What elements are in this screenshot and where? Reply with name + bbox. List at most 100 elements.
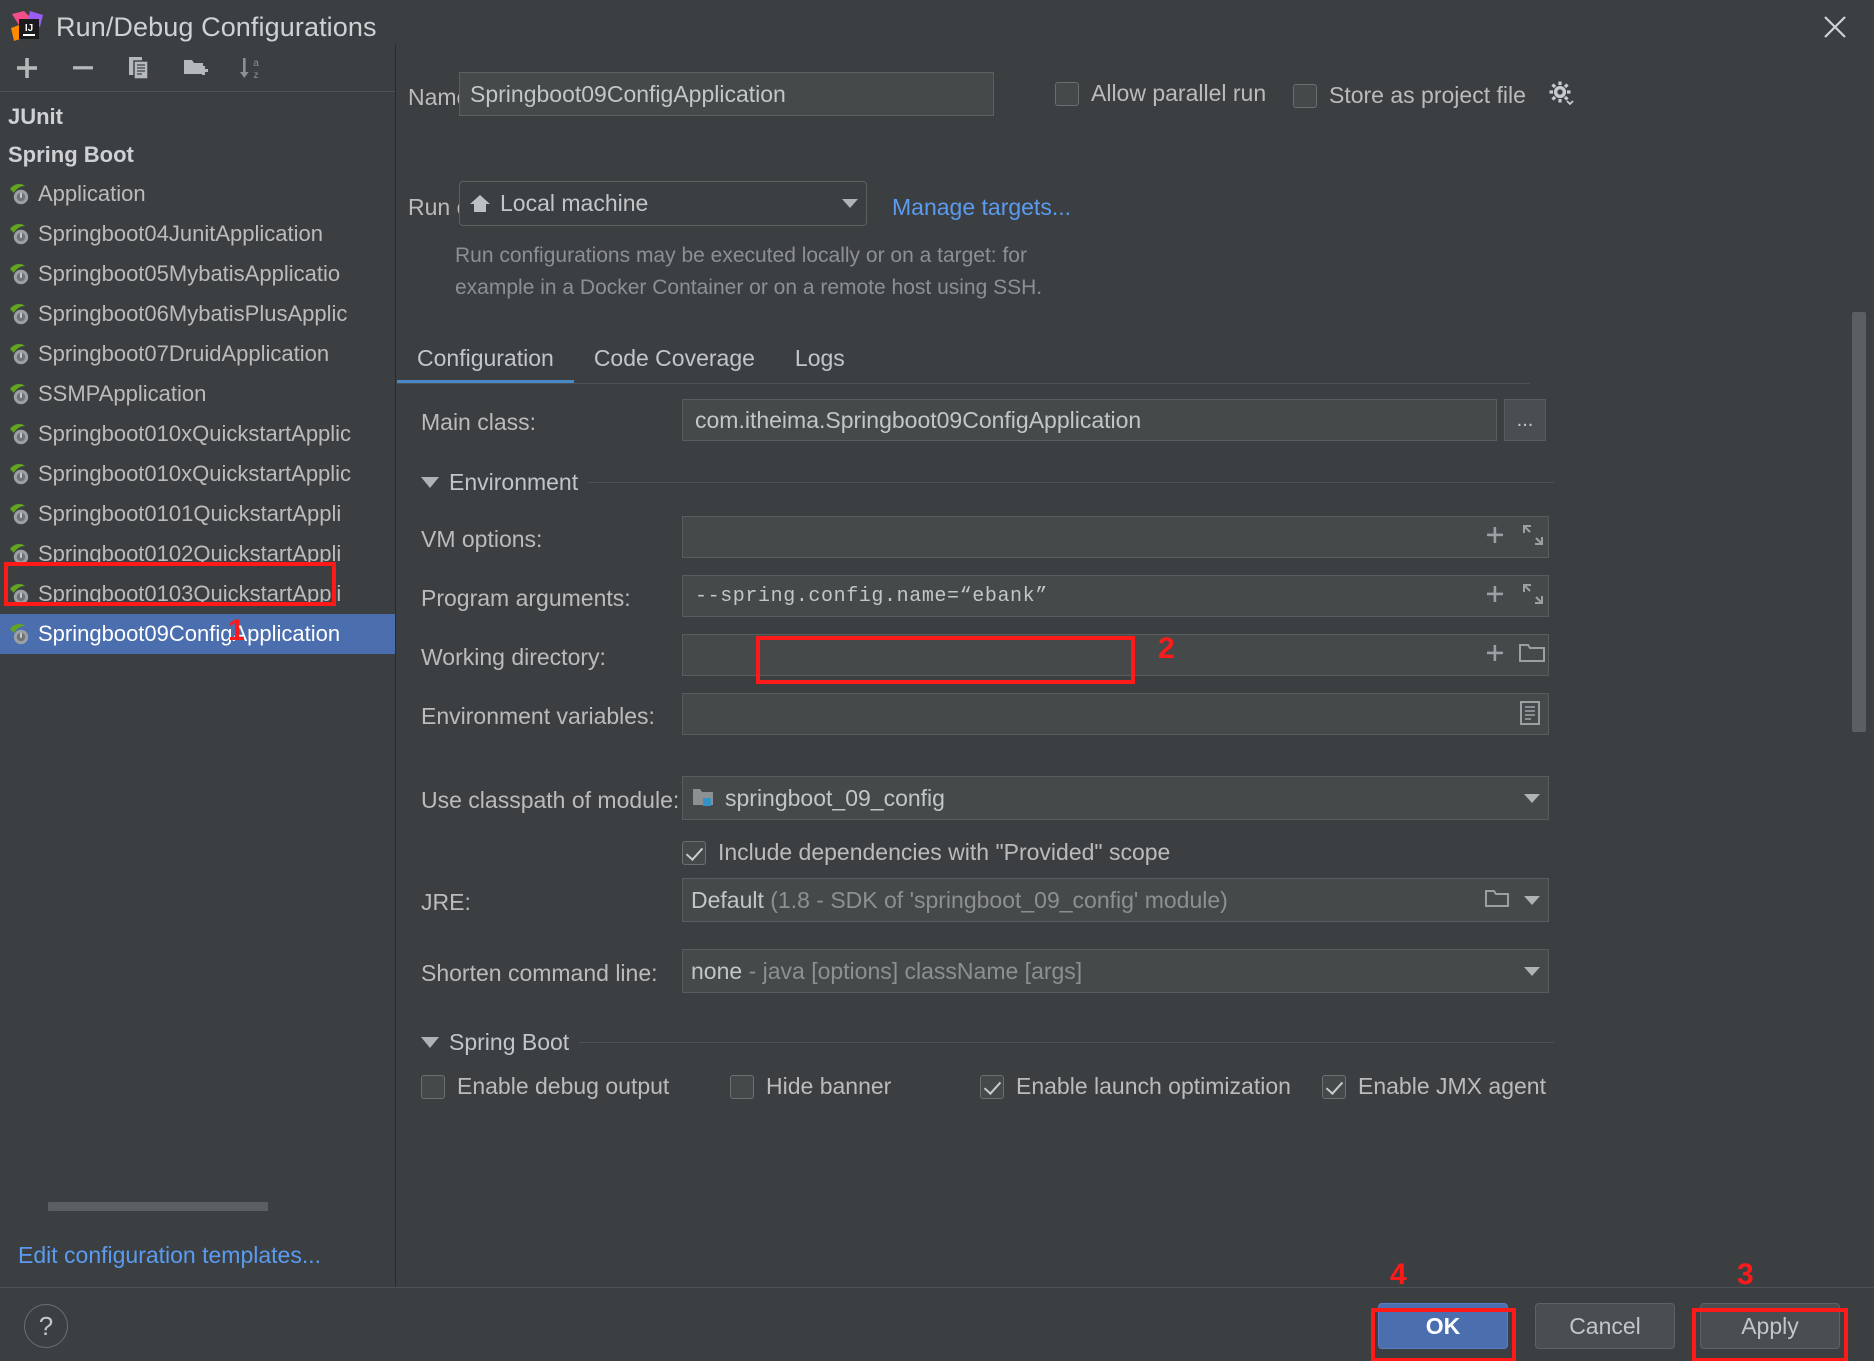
list-item-label: SSMPApplication <box>38 381 207 406</box>
apply-button[interactable]: Apply <box>1700 1303 1840 1349</box>
manage-targets-link[interactable]: Manage targets... <box>892 194 1071 221</box>
list-item-label: Springboot0103QuickstartAppli <box>38 581 342 606</box>
working-directory-macro-button[interactable] <box>1482 640 1508 666</box>
environment-variables-input[interactable] <box>682 693 1549 735</box>
program-arguments-expand-button[interactable] <box>1520 581 1546 607</box>
hide-banner-label: Hide banner <box>766 1073 892 1099</box>
jre-browse-icon[interactable] <box>1484 888 1512 912</box>
enable-launch-optimization-label: Enable launch optimization <box>1016 1073 1291 1099</box>
section-divider <box>579 1042 1554 1043</box>
annotation-marker-1: 1 <box>228 614 245 647</box>
spring-boot-section-label: Spring Boot <box>449 1029 570 1055</box>
environment-section-header[interactable]: Environment <box>421 469 1554 496</box>
vm-options-label: VM options: <box>421 526 543 552</box>
list-item[interactable]: Springboot04JunitApplication <box>0 214 395 254</box>
list-item[interactable]: Springboot05MybatisApplicatio <box>0 254 395 294</box>
detail-panel-scrollbar[interactable] <box>1852 312 1866 732</box>
vm-options-macro-button[interactable] <box>1482 522 1508 548</box>
name-input[interactable] <box>459 72 994 116</box>
store-as-project-file-checkbox-row[interactable]: Store as project file <box>1293 80 1574 111</box>
working-directory-browse-icon[interactable] <box>1517 640 1547 666</box>
enable-debug-output-checkbox[interactable] <box>421 1074 445 1099</box>
use-classpath-value: springboot_09_config <box>725 784 945 811</box>
group-header-spring-boot[interactable]: Spring Boot <box>0 136 395 174</box>
list-item[interactable]: Application <box>0 174 395 214</box>
shorten-command-line-dropdown[interactable]: none - java [options] className [args] <box>682 949 1549 993</box>
include-provided-scope-checkbox[interactable] <box>682 840 706 865</box>
cancel-button[interactable]: Cancel <box>1535 1303 1675 1349</box>
environment-variables-editor-icon[interactable] <box>1515 699 1545 727</box>
sidebar-horizontal-scrollbar[interactable] <box>48 1202 268 1211</box>
annotation-marker-4: 4 <box>1390 1258 1407 1291</box>
group-header-junit[interactable]: JUnit <box>0 98 395 136</box>
help-button[interactable]: ? <box>24 1304 68 1348</box>
tab-code-coverage[interactable]: Code Coverage <box>574 345 775 384</box>
program-arguments-input[interactable]: --spring.config.name=“ebank” <box>682 575 1549 617</box>
ok-button[interactable]: OK <box>1378 1303 1508 1349</box>
enable-debug-output-label: Enable debug output <box>457 1073 670 1099</box>
minus-icon[interactable] <box>66 51 100 85</box>
list-item[interactable]: Springboot0101QuickstartAppli <box>0 494 395 534</box>
store-as-project-file-checkbox[interactable] <box>1293 83 1317 108</box>
vm-options-input[interactable] <box>682 516 1549 558</box>
close-icon[interactable] <box>1814 6 1856 48</box>
environment-variables-label: Environment variables: <box>421 703 655 729</box>
run-on-hint-line-2: example in a Docker Container or on a re… <box>455 276 1043 299</box>
main-class-label: Main class: <box>421 409 537 435</box>
main-class-input[interactable]: com.itheima.Springboot09ConfigApplicatio… <box>682 399 1497 441</box>
svg-text:IJ: IJ <box>25 23 33 34</box>
list-item[interactable]: Springboot0102QuickstartAppli <box>0 534 395 574</box>
spring-boot-icon <box>8 421 34 447</box>
sort-alphabetically-icon[interactable]: a z <box>234 51 268 85</box>
program-arguments-macro-button[interactable] <box>1482 581 1508 607</box>
use-classpath-dropdown[interactable]: springboot_09_config <box>682 776 1549 820</box>
module-folder-icon <box>691 785 717 811</box>
allow-parallel-run-checkbox[interactable] <box>1055 81 1079 106</box>
copy-icon[interactable] <box>122 51 156 85</box>
hide-banner-row[interactable]: Hide banner <box>730 1073 891 1100</box>
jre-dropdown[interactable]: Default (1.8 - SDK of 'springboot_09_con… <box>682 878 1549 922</box>
jre-label: JRE: <box>421 889 471 915</box>
folder-add-icon[interactable] <box>178 51 212 85</box>
shorten-command-line-label: Shorten command line: <box>421 960 658 986</box>
list-item[interactable]: SSMPApplication <box>0 374 395 414</box>
enable-debug-output-row[interactable]: Enable debug output <box>421 1073 669 1100</box>
enable-launch-optimization-row[interactable]: Enable launch optimization <box>980 1073 1291 1100</box>
run-on-dropdown[interactable]: Local machine <box>459 181 867 226</box>
enable-jmx-agent-row[interactable]: Enable JMX agent <box>1322 1073 1546 1100</box>
list-item[interactable]: Springboot0103QuickstartAppli <box>0 574 395 614</box>
spring-boot-icon <box>8 461 34 487</box>
list-item[interactable]: Springboot010xQuickstartApplic <box>0 414 395 454</box>
chevron-down-icon[interactable] <box>1524 895 1540 905</box>
list-item[interactable]: Springboot07DruidApplication <box>0 334 395 374</box>
include-provided-scope-row[interactable]: Include dependencies with "Provided" sco… <box>682 839 1170 866</box>
gear-icon[interactable] <box>1548 80 1574 111</box>
chevron-down-icon[interactable] <box>421 1037 439 1048</box>
edit-configuration-templates-link[interactable]: Edit configuration templates... <box>18 1242 321 1269</box>
spring-boot-section-header[interactable]: Spring Boot <box>421 1029 1554 1056</box>
main-class-browse-button[interactable]: ... <box>1504 399 1546 441</box>
enable-jmx-agent-checkbox[interactable] <box>1322 1074 1346 1099</box>
hide-banner-checkbox[interactable] <box>730 1074 754 1099</box>
chevron-down-icon[interactable] <box>842 199 858 208</box>
working-directory-input[interactable] <box>682 634 1549 676</box>
enable-launch-optimization-checkbox[interactable] <box>980 1074 1004 1099</box>
list-item[interactable]: Springboot010xQuickstartApplic <box>0 454 395 494</box>
tab-configuration[interactable]: Configuration <box>397 345 574 384</box>
list-item[interactable]: Springboot06MybatisPlusApplic <box>0 294 395 334</box>
dialog-footer: ? OK Cancel Apply <box>0 1287 1874 1361</box>
spring-boot-icon <box>8 501 34 527</box>
plus-icon[interactable] <box>10 51 44 85</box>
chevron-down-icon[interactable] <box>1524 966 1540 976</box>
chevron-down-icon[interactable] <box>421 477 439 488</box>
jre-value-container: Default (1.8 - SDK of 'springboot_09_con… <box>691 887 1484 914</box>
spring-boot-icon <box>8 261 34 287</box>
tab-logs[interactable]: Logs <box>775 345 865 384</box>
vm-options-expand-button[interactable] <box>1520 522 1546 548</box>
chevron-down-icon[interactable] <box>1524 793 1540 803</box>
sidebar-item-springboot09configapplication[interactable]: Springboot09ConfigApplication <box>0 614 395 654</box>
shorten-command-line-detail: - java [options] className [args] <box>748 957 1083 984</box>
list-item-label: Springboot010xQuickstartApplic <box>38 421 352 446</box>
run-on-value: Local machine <box>500 190 649 216</box>
allow-parallel-run-checkbox-row[interactable]: Allow parallel run <box>1055 80 1266 107</box>
